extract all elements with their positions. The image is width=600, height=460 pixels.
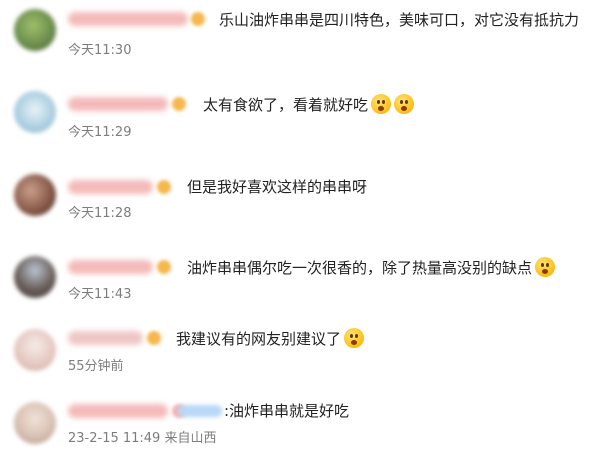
comment-text: 我建议有的网友别建议了 bbox=[176, 328, 365, 349]
avatar[interactable] bbox=[14, 9, 56, 51]
comment-text: :油炸串串就是好吃 bbox=[178, 401, 349, 421]
avatar[interactable] bbox=[14, 174, 56, 216]
comment-item: 我建议有的网友别建议了 55分钟前 bbox=[0, 319, 600, 389]
mention-redacted[interactable] bbox=[178, 405, 222, 417]
username-redacted[interactable] bbox=[68, 404, 168, 418]
comment-text: 油炸串串偶尔吃一次很香的，除了热量高没别的缺点 bbox=[187, 257, 556, 278]
user-badge-icon bbox=[157, 260, 171, 274]
comment-text: 但是我好喜欢这样的串串呀 bbox=[187, 178, 368, 196]
user-badge-icon bbox=[147, 331, 161, 345]
comment-item: 油炸串串偶尔吃一次很香的，除了热量高没别的缺点 今天11:43 bbox=[0, 245, 600, 315]
avatar[interactable] bbox=[14, 256, 56, 298]
avatar[interactable] bbox=[14, 402, 56, 444]
comment-time: 23-2-15 11:49 来自山西 bbox=[68, 431, 217, 446]
fearful-face-icon bbox=[394, 94, 415, 114]
username-redacted[interactable] bbox=[68, 180, 153, 194]
comment-time: 今天11:30 bbox=[68, 43, 132, 58]
comment-text: 乐山油炸串串是四川特色，美味可口，对它没有抵抗力 bbox=[219, 11, 580, 29]
comment-time: 今天11:43 bbox=[68, 287, 132, 302]
comment-text: 太有食欲了，看着就好吃 bbox=[203, 94, 415, 115]
laughing-face-icon bbox=[344, 328, 365, 348]
user-badge-icon bbox=[191, 12, 205, 26]
comment-time: 55分钟前 bbox=[68, 359, 124, 374]
comment-item: :油炸串串就是好吃 23-2-15 11:49 来自山西 bbox=[0, 390, 600, 460]
username-redacted[interactable] bbox=[68, 97, 168, 111]
drooling-face-icon bbox=[535, 257, 556, 277]
avatar[interactable] bbox=[14, 91, 56, 133]
username-redacted[interactable] bbox=[68, 331, 143, 345]
avatar[interactable] bbox=[14, 329, 56, 371]
username-redacted[interactable] bbox=[68, 12, 188, 26]
comment-item: 乐山油炸串串是四川特色，美味可口，对它没有抵抗力 今天11:30 bbox=[0, 0, 600, 70]
comment-item: 太有食欲了，看着就好吃 今天11:29 bbox=[0, 80, 600, 150]
comment-time: 今天11:28 bbox=[68, 206, 132, 221]
comment-time: 今天11:29 bbox=[68, 125, 132, 140]
user-badge-icon bbox=[172, 97, 186, 111]
username-redacted[interactable] bbox=[68, 260, 153, 274]
comment-item: 但是我好喜欢这样的串串呀 今天11:28 bbox=[0, 163, 600, 233]
fearful-face-icon bbox=[371, 94, 392, 114]
user-badge-icon bbox=[157, 180, 171, 194]
